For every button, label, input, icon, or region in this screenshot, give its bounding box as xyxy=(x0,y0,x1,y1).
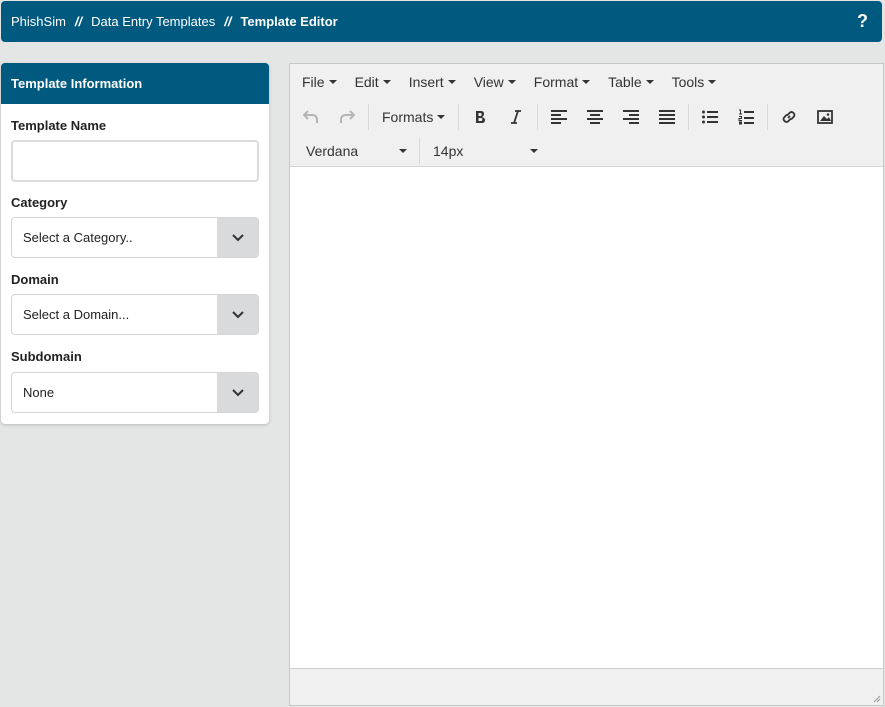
editor-statusbar xyxy=(290,668,883,705)
font-size-value: 14px xyxy=(433,142,464,159)
editor-content-area[interactable] xyxy=(290,168,883,669)
align-left-icon xyxy=(551,110,568,124)
breadcrumb-data-entry-templates[interactable]: Data Entry Templates xyxy=(91,14,215,29)
top-bar: PhishSim // Data Entry Templates // Temp… xyxy=(1,1,882,42)
breadcrumb-current: Template Editor xyxy=(240,14,338,29)
bullet-list-icon xyxy=(702,110,719,124)
align-left-button[interactable] xyxy=(541,104,577,130)
caret-down-icon xyxy=(382,79,391,84)
align-group xyxy=(538,104,690,130)
undo-icon xyxy=(303,110,318,123)
menu-tools-label: Tools xyxy=(671,73,705,90)
caret-down-icon xyxy=(399,148,407,153)
domain-label: Domain xyxy=(11,272,59,287)
align-center-button[interactable] xyxy=(577,104,613,130)
template-name-label: Template Name xyxy=(11,118,107,133)
redo-button[interactable] xyxy=(329,104,365,130)
list-group xyxy=(689,104,769,130)
category-select[interactable]: Select a Category.. xyxy=(11,217,259,258)
caret-down-icon xyxy=(447,79,456,84)
domain-value: Select a Domain... xyxy=(23,307,130,322)
font-size-select[interactable]: 14px xyxy=(420,138,550,164)
bold-icon xyxy=(476,111,486,123)
menu-view-label: View xyxy=(473,73,504,90)
history-group xyxy=(290,104,369,130)
caret-down-icon xyxy=(582,79,591,84)
font-toolbar: Verdana 14px xyxy=(290,135,883,167)
bullet-list-button[interactable] xyxy=(692,104,728,130)
italic-icon xyxy=(511,110,522,124)
resize-handle-icon[interactable] xyxy=(871,693,881,703)
menu-tools[interactable]: Tools xyxy=(663,64,726,99)
align-justify-button[interactable] xyxy=(649,104,685,130)
category-value: Select a Category.. xyxy=(23,230,133,245)
menu-format-label: Format xyxy=(533,73,579,90)
subdomain-value: None xyxy=(23,385,55,400)
chevron-down-icon[interactable] xyxy=(217,373,258,412)
menu-view[interactable]: View xyxy=(465,64,525,99)
caret-down-icon xyxy=(708,79,717,84)
numbered-list-button[interactable] xyxy=(728,104,764,130)
editor-toolbar: Formats xyxy=(290,99,883,135)
menu-insert[interactable]: Insert xyxy=(400,64,465,99)
help-icon[interactable]: ? xyxy=(857,11,868,32)
font-family-select[interactable]: Verdana xyxy=(290,137,420,164)
panel-title: Template Information xyxy=(1,63,269,104)
category-label: Category xyxy=(11,195,68,210)
breadcrumb-separator: // xyxy=(74,14,83,29)
link-icon xyxy=(782,111,796,123)
insert-link-button[interactable] xyxy=(771,104,807,130)
subdomain-label: Subdomain xyxy=(11,349,82,364)
caret-down-icon xyxy=(437,115,446,119)
formats-label: Formats xyxy=(382,109,434,125)
undo-button[interactable] xyxy=(293,104,329,130)
menu-table-label: Table xyxy=(608,73,642,90)
chevron-down-icon[interactable] xyxy=(217,218,258,257)
caret-down-icon xyxy=(328,79,337,84)
italic-button[interactable] xyxy=(498,104,534,130)
caret-down-icon xyxy=(530,148,538,153)
formats-dropdown[interactable]: Formats xyxy=(372,104,455,130)
editor-menubar: File Edit Insert View Format Table Tools xyxy=(290,64,883,99)
style-group xyxy=(459,104,539,130)
caret-down-icon xyxy=(645,79,654,84)
align-right-icon xyxy=(623,110,640,124)
domain-select[interactable]: Select a Domain... xyxy=(11,294,259,335)
formats-group: Formats xyxy=(369,104,460,130)
caret-down-icon xyxy=(507,79,516,84)
template-editor: File Edit Insert View Format Table Tools… xyxy=(289,63,884,706)
menu-table[interactable]: Table xyxy=(599,64,662,99)
align-center-icon xyxy=(587,110,604,124)
template-name-input[interactable] xyxy=(11,140,259,182)
chevron-down-icon[interactable] xyxy=(217,295,258,334)
template-information-panel: Template Information Template Name Categ… xyxy=(1,63,269,424)
menu-edit[interactable]: Edit xyxy=(346,64,400,99)
insert-image-button[interactable] xyxy=(807,104,843,130)
image-icon xyxy=(817,110,834,124)
insert-group xyxy=(768,104,846,130)
menu-format[interactable]: Format xyxy=(525,64,599,99)
font-family-value: Verdana xyxy=(306,142,359,159)
redo-icon xyxy=(340,110,355,123)
align-right-button[interactable] xyxy=(613,104,649,130)
breadcrumb-phishsim[interactable]: PhishSim xyxy=(11,14,66,29)
menu-file-label: File xyxy=(302,73,325,90)
subdomain-select[interactable]: None xyxy=(11,372,259,413)
numbered-list-icon xyxy=(738,109,755,125)
align-justify-icon xyxy=(659,110,676,124)
breadcrumb-separator: // xyxy=(224,14,232,29)
menu-file[interactable]: File xyxy=(293,64,346,99)
menu-insert-label: Insert xyxy=(408,73,444,90)
menu-edit-label: Edit xyxy=(354,73,379,90)
bold-button[interactable] xyxy=(462,104,498,130)
